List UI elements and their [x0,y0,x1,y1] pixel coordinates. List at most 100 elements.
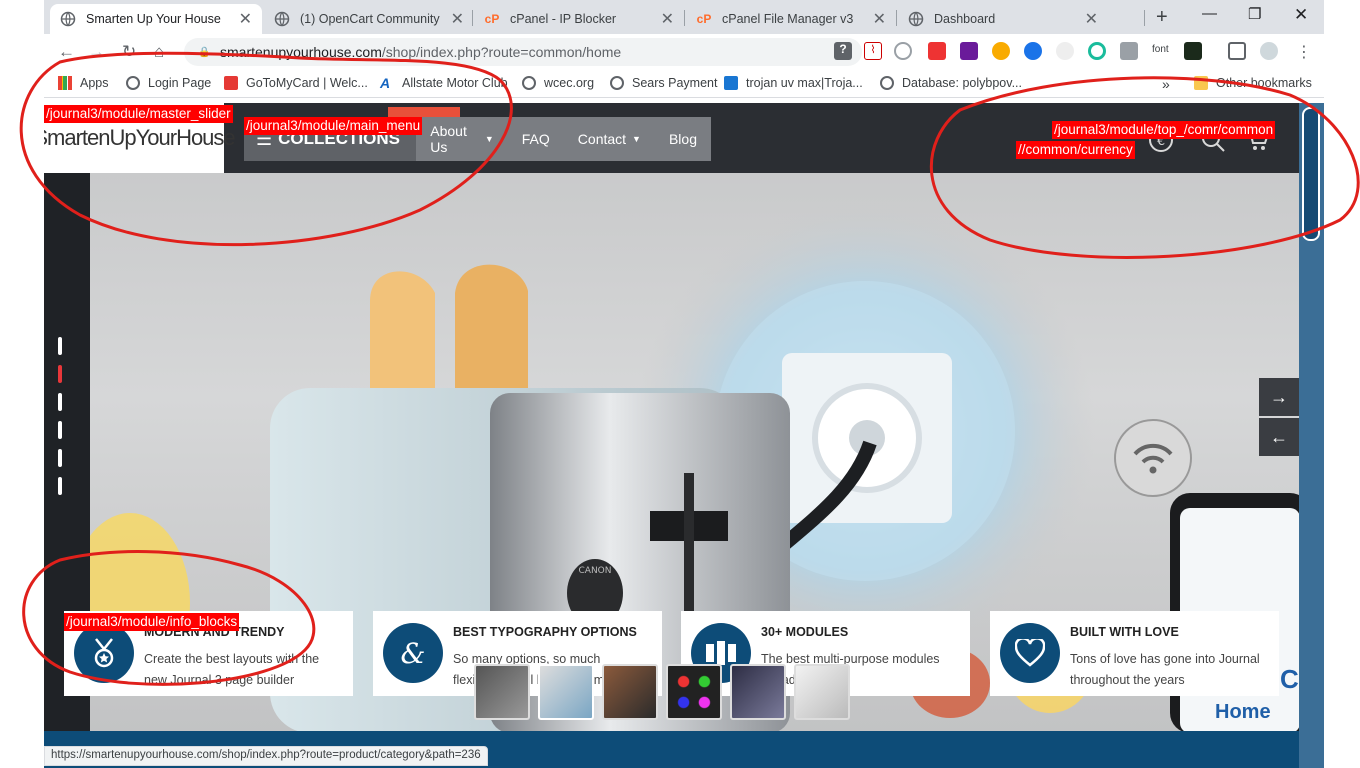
slide-indicator[interactable] [58,337,62,355]
tab-title: Smarten Up Your House [86,12,221,26]
profile-avatar[interactable] [1260,42,1278,60]
bookmark-login-page[interactable]: Login Page [126,76,211,90]
bookmark-trojan[interactable]: trojan uv max|Troja... [724,76,863,90]
bookmark-gotomycard[interactable]: GoToMyCard | Welc... [224,76,368,90]
back-button[interactable]: ← [58,42,75,62]
tab-title: Dashboard [934,12,996,26]
new-tab-button[interactable]: + [1156,6,1168,29]
bookmark-label: Login Page [148,76,212,90]
menu-label: FAQ [521,131,550,147]
bookmark-label: Database: polybpov... [902,76,1022,90]
close-icon[interactable]: ✕ [239,9,252,29]
store-icon [724,76,738,90]
wifi-icon [1114,419,1192,497]
bookmark-label: wcec.org [544,76,595,90]
bookmark-allstate[interactable]: A Allstate Motor Club [380,76,508,90]
cpanel-icon: cP [484,12,500,26]
bookmarks-overflow-chevron[interactable]: » [1162,76,1170,92]
menu-kebab-icon[interactable]: ⋮ [1296,42,1312,62]
help-extension-icon[interactable]: ? [834,42,852,60]
close-icon[interactable]: ✕ [873,9,886,29]
tab-opencart[interactable]: (1) OpenCart Community - ✕ [264,4,474,34]
reload-button[interactable]: ↻ [122,42,136,62]
bookmark-apps[interactable]: Apps [58,76,109,90]
globe-icon [522,76,536,90]
restore-button[interactable]: ❐ [1248,5,1261,23]
page-scrollbar[interactable] [1299,103,1324,768]
close-icon[interactable]: ✕ [661,9,674,29]
purple-extension-icon[interactable] [960,42,978,60]
debug-label-main-menu: /journal3/module/main_menu [244,117,423,135]
debug-label-master-slider: /journal3/module/master_slider [44,105,233,123]
bookmark-label: Sears Payment [632,76,718,90]
home-button[interactable]: ⌂ [154,42,164,62]
slide-indicator[interactable] [58,477,62,495]
bookmark-database[interactable]: Database: polybpov... [880,76,1022,90]
tab-dashboard[interactable]: Dashboard ✕ [898,4,1108,34]
cpanel-icon: cP [696,12,712,26]
desktop-margin-left [0,0,44,768]
slide-thumbnail[interactable] [730,664,786,720]
slide-thumbnail[interactable] [602,664,658,720]
bookmark-label: Allstate Motor Club [402,76,508,90]
close-icon[interactable]: ✕ [451,9,464,29]
globe-icon [610,76,624,90]
close-icon[interactable]: ✕ [1085,9,1098,29]
pdf-extension-icon[interactable]: ⌇ [864,42,882,60]
menu-about-us[interactable]: About Us ▼ [416,123,508,155]
slider-next-arrow[interactable]: → [1259,378,1299,416]
minimize-button[interactable]: — [1202,5,1217,22]
slide-indicator-active[interactable] [58,365,62,383]
font-extension-label[interactable]: font [1152,44,1169,55]
menu-blog[interactable]: Blog [655,131,711,147]
info-block-text: Tons of love has gone into Journal throu… [1070,652,1260,687]
toaster-brand-text: CANON [579,566,612,576]
bookmark-other[interactable]: Other bookmarks [1194,76,1312,90]
tab-cpanel-file-manager[interactable]: cP cPanel File Manager v3 ✕ [686,4,896,34]
slide-indicator[interactable] [58,421,62,439]
dark-extension-icon[interactable] [1184,42,1202,60]
tab-cpanel-ip-blocker[interactable]: cP cPanel - IP Blocker ✕ [474,4,684,34]
slide-thumbnail[interactable] [474,664,530,720]
debug-label-top: /journal3/module/top_/comr/common [1052,121,1276,139]
menu-contact[interactable]: Contact ▼ [564,131,655,147]
red-extension-icon[interactable] [928,42,946,60]
forward-button[interactable]: → [88,42,105,62]
slide-indicator[interactable] [58,393,62,411]
tab-strip: Smarten Up Your House ✕ (1) OpenCart Com… [44,0,1324,34]
browser-toolbar: ← → ↻ ⌂ 🔒 smartenupyourhouse.com/shop/in… [44,34,1324,70]
window-close-button[interactable]: ✕ [1294,5,1308,25]
tab-title: cPanel File Manager v3 [722,12,854,26]
address-bar[interactable]: 🔒 smartenupyourhouse.com/shop/index.php?… [184,38,862,66]
tab-separator [684,10,685,26]
bookmark-wcec[interactable]: wcec.org [522,76,594,90]
lock-icon: 🔒 [198,47,211,58]
phone-home-text: Home [1215,701,1271,723]
info-block-title: BUILT WITH LOVE [1070,625,1179,639]
globe-icon [126,76,140,90]
bookmark-sears[interactable]: Sears Payment [610,76,717,90]
slide-thumbnail[interactable] [666,664,722,720]
cast-icon[interactable] [1228,42,1246,60]
zoom-extension-icon[interactable] [894,42,912,60]
slide-indicator[interactable] [58,449,62,467]
menu-faq[interactable]: FAQ [508,131,564,147]
dog-extension-icon[interactable] [1056,42,1074,60]
menu-label: Blog [668,131,697,147]
slide-thumbnail[interactable] [794,664,850,720]
slider-thumbnails [474,664,850,720]
tab-smarten-up[interactable]: Smarten Up Your House ✕ [50,4,262,34]
scrollbar-thumb[interactable] [1302,107,1320,241]
grey-extension-icon[interactable] [1120,42,1138,60]
info-block-love[interactable]: BUILT WITH LOVE Tons of love has gone in… [990,611,1279,696]
info-block-title: 30+ MODULES [761,625,849,639]
download-extension-icon[interactable] [1024,42,1042,60]
tab-separator [472,10,473,26]
url-path: /shop/index.php?route=common/home [381,44,622,60]
slide-thumbnail[interactable] [538,664,594,720]
desktop-margin-right [1324,0,1360,768]
apps-grid-icon [58,76,72,90]
teal-extension-icon[interactable] [1088,42,1106,60]
slider-prev-arrow[interactable]: ← [1259,418,1299,456]
yellow-extension-icon[interactable] [992,42,1010,60]
